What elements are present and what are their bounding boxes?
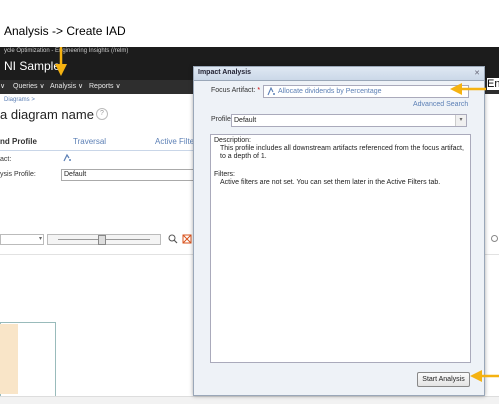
arrow-left-icon (450, 83, 486, 95)
arrow-left-icon (470, 370, 499, 382)
annotation-arrows (55, 47, 499, 382)
arrow-down-icon (55, 47, 67, 76)
